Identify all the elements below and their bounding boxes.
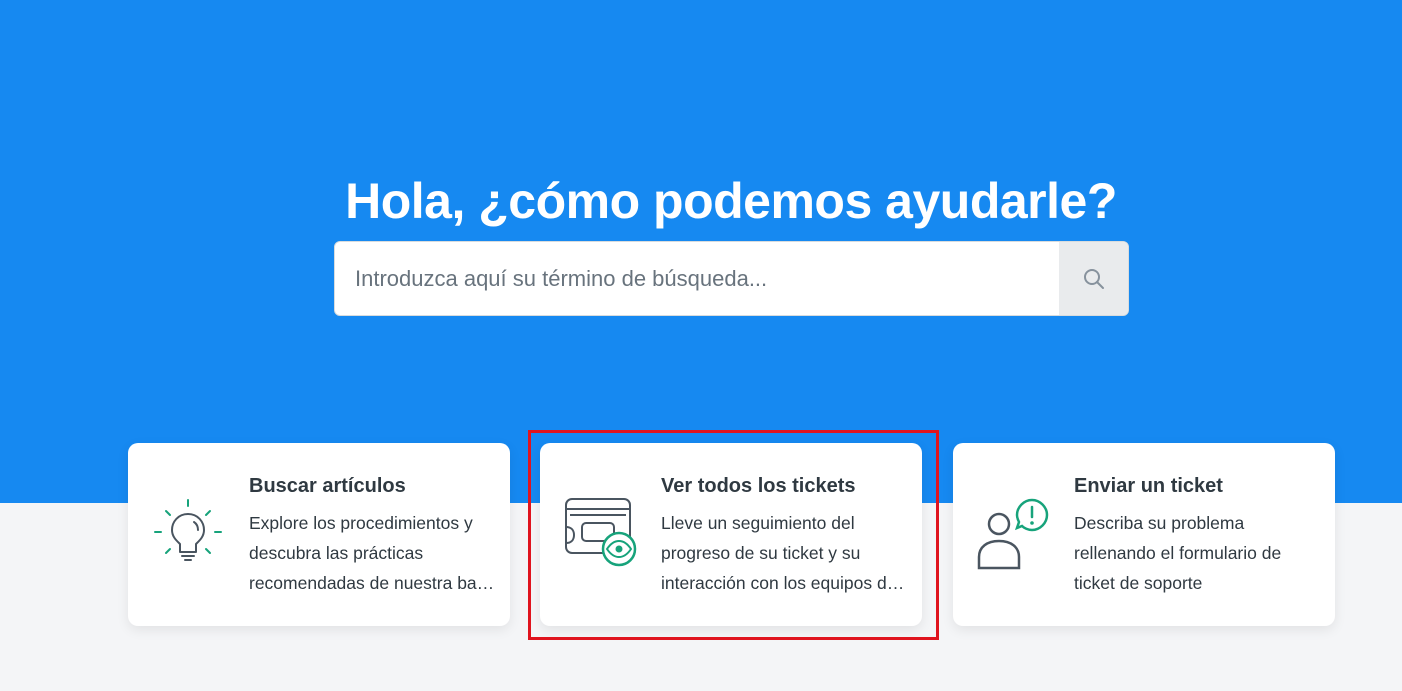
card-submit-ticket[interactable]: Enviar un ticket Describa su problema re…	[953, 443, 1335, 626]
lightbulb-icon	[154, 499, 222, 561]
card-title: Ver todos los tickets	[661, 475, 856, 497]
card-view-tickets[interactable]: Ver todos los tickets Lleve un seguimien…	[540, 443, 922, 626]
card-search-articles[interactable]: Buscar artículos Explore los procedimien…	[128, 443, 510, 626]
tickets-view-icon	[565, 498, 637, 567]
search-input[interactable]	[335, 242, 1059, 315]
card-title: Buscar artículos	[249, 475, 406, 497]
search-icon	[1084, 268, 1104, 289]
search-box	[334, 241, 1129, 316]
user-alert-icon	[977, 498, 1049, 570]
search-button[interactable]	[1059, 242, 1128, 315]
card-description: Lleve un seguimiento del progreso de su …	[661, 513, 897, 593]
card-description: Describa su problema rellenando el formu…	[1074, 513, 1282, 593]
card-title: Enviar un ticket	[1074, 475, 1223, 497]
page-title: Hola, ¿cómo podemos ayudarle?	[345, 173, 1117, 229]
card-description: Explore los procedimientos y descubra la…	[249, 513, 496, 593]
